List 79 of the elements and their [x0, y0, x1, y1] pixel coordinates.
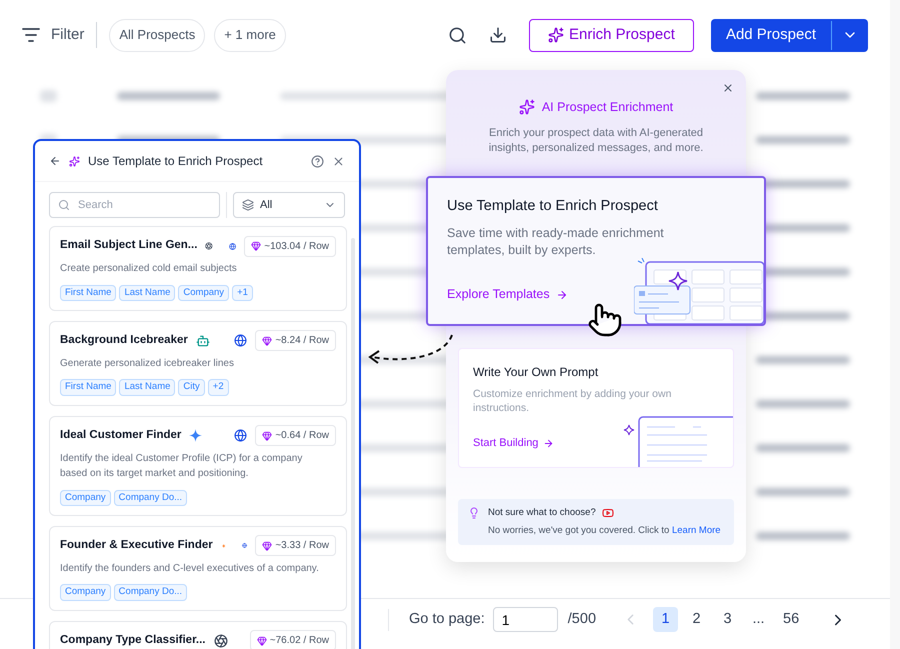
filter-label[interactable]: Filter	[51, 24, 84, 46]
close-icon[interactable]	[722, 82, 734, 94]
lightbulb-icon	[468, 506, 480, 518]
page-button[interactable]: 2	[684, 607, 710, 632]
template-card[interactable]: Company Type Classifier... ~76.02 / Row	[49, 620, 347, 649]
page-total: /500	[568, 610, 596, 629]
cost-badge: ~103.04 / Row	[244, 236, 336, 256]
field-tag: Company	[60, 490, 111, 506]
template-card[interactable]: Ideal Customer Finder ~0.64 / Row Identify the ideal Customer Profile (ICP) for a company based on its target market and positioning. Company Company Do...	[49, 416, 347, 516]
template-description: Create personalized cold email subjects	[60, 262, 238, 276]
download-icon[interactable]	[488, 26, 507, 44]
field-tag: First Name	[60, 284, 116, 301]
back-icon[interactable]	[49, 155, 61, 167]
option-card[interactable]: Write Your Own Prompt Customize enrichment by adding your own instructions. Start Building	[458, 348, 734, 468]
page-button[interactable]: 3	[715, 607, 740, 632]
option-link[interactable]: Explore Templates	[447, 285, 568, 304]
enrich-prospect-button[interactable]: Enrich Prospect	[528, 18, 694, 52]
hand-cursor-icon	[587, 302, 623, 338]
option-title: Write Your Own Prompt	[473, 364, 600, 381]
page-button[interactable]: 56	[777, 607, 806, 632]
template-name: Founder & Executive Finder	[60, 538, 213, 554]
template-name: Company Type Classifier...	[60, 632, 206, 648]
page-button[interactable]: ...	[746, 607, 772, 632]
field-tag: Last Name	[119, 379, 176, 396]
field-tag: +1	[232, 284, 253, 301]
robot-icon	[196, 334, 210, 348]
cost-badge: ~0.64 / Row	[255, 425, 336, 446]
field-tag: City	[178, 379, 205, 396]
field-tag: +2	[208, 379, 229, 396]
template-name: Ideal Customer Finder	[60, 428, 182, 443]
panel-title: Use Template to Enrich Prospect	[88, 153, 263, 170]
option-link[interactable]: Start Building	[473, 435, 554, 452]
goto-label: Go to page:	[409, 610, 485, 629]
template-card[interactable]: Background Icebreaker ~8.24 / Row Generate personalized icebreaker lines First Name Last Name City +2	[49, 320, 347, 406]
page-button[interactable]: 1	[653, 607, 678, 632]
sparkle-icon	[189, 429, 202, 442]
popover-title: AI Prospect Enrichment	[542, 99, 674, 116]
option-description: Save time with ready-made enrichment templates, built by experts.	[447, 224, 665, 260]
template-name: Background Icebreaker	[60, 333, 188, 348]
sparkle-icon	[69, 156, 80, 166]
option-description: Customize enrichment by adding your own instructions.	[473, 386, 672, 416]
video-icon[interactable]	[602, 506, 614, 519]
filter-icon	[22, 28, 40, 42]
option-title: Use Template to Enrich Prospect	[447, 197, 659, 216]
knot-logo-icon	[214, 634, 228, 648]
field-tag: Company Do...	[114, 490, 188, 506]
tip-title: Not sure what to choose?	[488, 506, 596, 520]
close-icon[interactable]	[332, 154, 345, 168]
field-tag: Last Name	[119, 284, 176, 301]
category-dropdown[interactable]: All	[233, 192, 345, 218]
search-field[interactable]: Search	[49, 192, 220, 218]
sparkle-icon	[518, 99, 535, 116]
search-icon	[58, 199, 70, 211]
learn-more-link[interactable]: Learn More	[672, 524, 721, 536]
tip-text: No worries, we've got you covered. Click to Learn More	[488, 524, 721, 538]
template-name: Email Subject Line Gen...	[60, 238, 198, 254]
template-description: Identify the founders and C-level executives of a company.	[60, 562, 320, 576]
template-card[interactable]: Email Subject Line Gen... ~103.04 / Row Create personalized cold email subjects First Name Last Name Company +1	[49, 226, 347, 311]
help-icon[interactable]	[311, 154, 324, 168]
field-tag: Company Do...	[114, 584, 188, 600]
cost-badge: ~76.02 / Row	[250, 630, 336, 649]
search-icon[interactable]	[448, 26, 467, 44]
field-tag: Company	[178, 284, 230, 301]
filter-chip[interactable]: All Prospects	[109, 18, 206, 52]
cost-badge: ~8.24 / Row	[255, 330, 336, 352]
field-tag: Company	[60, 584, 111, 600]
layers-icon	[242, 199, 254, 211]
page-input[interactable]: 1	[492, 607, 558, 632]
cost-badge: ~3.33 / Row	[255, 535, 336, 556]
template-card[interactable]: Founder & Executive Finder ~3.33 / Row Identify the founders and C-level executives of a company. Company Company Do...	[49, 526, 347, 610]
arrow-right-icon	[543, 438, 554, 449]
filter-chip[interactable]: + 1 more	[214, 18, 286, 52]
arrow-right-icon	[556, 288, 568, 301]
template-description: Identify the ideal Customer Profile (ICP) for a company based on its target market and positioning.	[60, 452, 304, 481]
sparkle-icon	[548, 27, 564, 43]
popover-description: Enrich your prospect data with AI-generated insights, personalized messages, and more.	[488, 126, 704, 156]
option-card[interactable]: Use Template to Enrich Prospect Save time with ready-made enrichment templates, built by experts. Explore Templates	[426, 176, 766, 326]
template-description: Generate personalized icebreaker lines	[60, 356, 235, 371]
field-tag: First Name	[60, 379, 116, 396]
